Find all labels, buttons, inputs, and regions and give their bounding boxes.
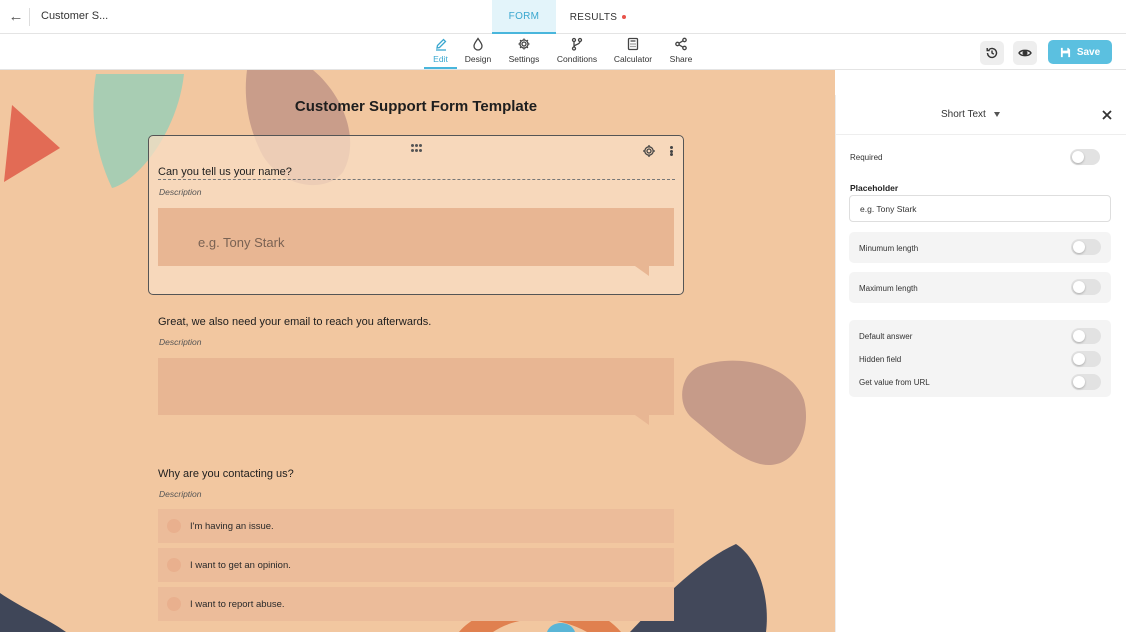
tool-design[interactable]: Design <box>463 37 493 69</box>
question-2-label[interactable]: Great, we also need your email to reach … <box>158 316 431 328</box>
tool-calculator-label: Calculator <box>613 54 653 64</box>
divider <box>29 8 30 26</box>
drag-handle-icon[interactable] <box>411 144 422 152</box>
tab-form[interactable]: FORM <box>492 0 556 34</box>
tool-edit[interactable]: Edit <box>424 37 457 69</box>
form-name[interactable]: Customer S... <box>41 10 108 22</box>
choice-label: I want to get an opinion. <box>190 559 291 571</box>
question-1-description[interactable]: Description <box>159 187 202 197</box>
field-settings-panel: Short Text Required Placeholder Minumum … <box>835 95 1126 632</box>
eye-icon <box>1018 49 1032 57</box>
placeholder-input[interactable] <box>849 195 1111 222</box>
tool-settings-label: Settings <box>508 54 540 64</box>
min-length-label: Minumum length <box>859 244 919 253</box>
notification-dot <box>622 15 627 19</box>
question-2-description[interactable]: Description <box>159 337 202 347</box>
question-3-label[interactable]: Why are you contacting us? <box>158 468 294 480</box>
choice-option[interactable]: I'm having an issue. <box>158 509 674 543</box>
tool-share[interactable]: Share <box>668 37 694 69</box>
tool-calculator[interactable]: Calculator <box>613 37 653 69</box>
decorative-mauve-shape-2 <box>682 360 807 465</box>
tool-conditions[interactable]: Conditions <box>556 37 598 69</box>
tool-design-label: Design <box>464 54 492 64</box>
save-button-label: Save <box>1076 46 1101 58</box>
field-type-dropdown[interactable]: Short Text <box>941 109 1000 120</box>
tab-results-label: RESULTS <box>569 11 618 23</box>
choice-label: I want to report abuse. <box>190 598 285 610</box>
max-length-group: Maximum length <box>849 272 1111 303</box>
history-button[interactable] <box>980 41 1004 65</box>
min-length-toggle[interactable] <box>1071 239 1101 255</box>
arrow-left-icon[interactable]: ← <box>6 6 26 26</box>
tool-conditions-label: Conditions <box>556 54 598 64</box>
speech-tail <box>635 266 649 276</box>
question-1-answer-field[interactable]: e.g. Tony Stark <box>158 208 674 276</box>
radio-icon <box>167 558 181 572</box>
branch-icon <box>571 37 583 51</box>
placeholder-label: Placeholder <box>850 183 899 193</box>
question-3-description[interactable]: Description <box>159 489 202 499</box>
decorative-red-shape <box>4 105 60 182</box>
hidden-field-label: Hidden field <box>859 355 902 364</box>
question-1-label[interactable]: Can you tell us your name? <box>158 166 675 180</box>
gear-icon <box>518 38 530 50</box>
answer-placeholder: e.g. Tony Stark <box>198 235 285 250</box>
calculator-icon <box>627 37 639 51</box>
gear-icon <box>643 145 655 157</box>
field-type-label: Short Text <box>941 109 986 120</box>
close-icon[interactable] <box>1100 108 1114 122</box>
droplet-icon <box>473 37 483 51</box>
history-icon <box>986 47 998 59</box>
caret-down-icon <box>993 112 1000 117</box>
form-canvas: Customer Support Form Template Can you t… <box>0 70 835 632</box>
preview-button[interactable] <box>1013 41 1037 65</box>
tab-form-label: FORM <box>508 10 540 22</box>
choice-option[interactable]: I want to get an opinion. <box>158 548 674 582</box>
form-title[interactable]: Customer Support Form Template <box>148 98 684 115</box>
question-settings-button[interactable] <box>642 144 656 158</box>
save-button[interactable]: Save <box>1048 40 1112 64</box>
max-length-toggle[interactable] <box>1071 279 1101 295</box>
required-label: Required <box>850 153 883 162</box>
tool-settings[interactable]: Settings <box>506 37 542 69</box>
max-length-label: Maximum length <box>859 284 918 293</box>
default-answer-label: Default answer <box>859 332 913 341</box>
required-toggle[interactable] <box>1070 149 1100 165</box>
floppy-icon <box>1060 47 1070 57</box>
radio-icon <box>167 519 181 533</box>
more-options-icon[interactable] <box>666 144 676 158</box>
pen-icon <box>435 38 446 51</box>
url-value-toggle[interactable] <box>1071 374 1101 390</box>
share-icon <box>675 37 687 51</box>
toolbar: Edit Design Settings Conditions Calculat… <box>0 34 1126 70</box>
speech-tail <box>635 415 649 425</box>
choice-option[interactable]: I want to report abuse. <box>158 587 674 621</box>
hidden-field-toggle[interactable] <box>1071 351 1101 367</box>
tool-edit-label: Edit <box>433 54 448 64</box>
tab-results[interactable]: RESULTS <box>566 0 630 34</box>
tool-share-label: Share <box>669 54 693 64</box>
url-value-label: Get value from URL <box>859 378 930 387</box>
choice-label: I'm having an issue. <box>190 520 274 532</box>
radio-icon <box>167 597 181 611</box>
advanced-options-group: Default answer Hidden field Get value fr… <box>849 320 1111 397</box>
panel-header: Short Text <box>836 95 1126 135</box>
default-answer-toggle[interactable] <box>1071 328 1101 344</box>
question-2-answer-field[interactable] <box>158 358 674 425</box>
min-length-group: Minumum length <box>849 232 1111 263</box>
top-bar: ← Customer S... FORM RESULTS <box>0 0 1126 34</box>
decorative-navy-shape-2 <box>0 593 66 632</box>
question-card-selected[interactable]: Can you tell us your name? Description e… <box>148 135 684 295</box>
